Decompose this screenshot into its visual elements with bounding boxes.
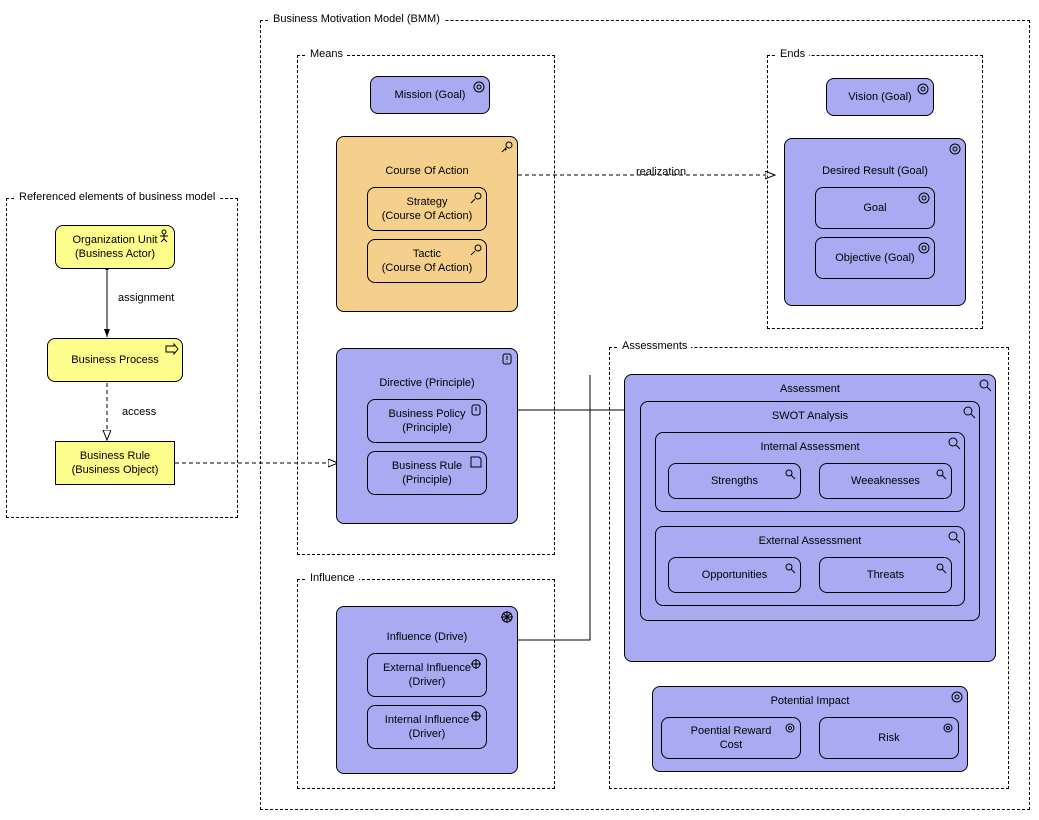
- actor-icon: [157, 229, 171, 243]
- group-assessments: Assessments Assessment SWOT Analysis Int…: [609, 347, 1009, 789]
- node-threats[interactable]: Threats: [819, 557, 952, 593]
- business-rule-label: Business Rule (Business Object): [72, 449, 159, 478]
- node-business-process[interactable]: Business Process: [47, 338, 183, 382]
- internal-assessment-title: Internal Assessment: [664, 437, 956, 459]
- group-label-influence: Influence: [306, 572, 359, 584]
- influence-title: Influence (Drive): [341, 627, 513, 649]
- org-unit-label: Organization Unit (Business Actor): [73, 233, 158, 262]
- objective-label: Objective (Goal): [835, 251, 914, 265]
- principle-icon: [500, 352, 514, 366]
- group-influence: Influence Influence (Drive) External Inf…: [297, 579, 555, 789]
- node-course-of-action[interactable]: Course Of Action Strategy (Course Of Act…: [336, 136, 518, 312]
- label-access: access: [122, 406, 156, 418]
- external-assessment-title: External Assessment: [664, 531, 956, 553]
- group-bmm: Business Motivation Model (BMM) Means Mi…: [260, 20, 1030, 810]
- mission-label: Mission (Goal): [395, 88, 466, 102]
- group-label-assessments: Assessments: [618, 340, 691, 352]
- assessment-icon: [783, 467, 797, 481]
- node-risk[interactable]: Risk: [819, 717, 959, 759]
- desired-result-title: Desired Result (Goal): [789, 161, 961, 183]
- business-rule-principle-label: Business Rule (Principle): [392, 459, 462, 488]
- directive-title: Directive (Principle): [341, 373, 513, 395]
- assessment-icon: [934, 467, 948, 481]
- label-assignment: assignment: [118, 292, 174, 304]
- principle-icon: [469, 403, 483, 417]
- goal-icon: [948, 142, 962, 156]
- note-icon: [469, 455, 483, 469]
- group-referenced: Referenced elements of business model Or…: [6, 198, 238, 518]
- course-of-action-icon: [500, 140, 514, 154]
- node-external-assessment[interactable]: External Assessment Opportunities Threat…: [655, 526, 965, 606]
- goal-icon: [917, 191, 931, 205]
- node-business-rule[interactable]: Business Rule (Business Object): [55, 441, 175, 485]
- goal-label: Goal: [863, 201, 886, 215]
- goal-icon: [941, 721, 955, 735]
- tactic-label: Tactic (Course Of Action): [382, 247, 472, 276]
- group-label-bmm: Business Motivation Model (BMM): [269, 13, 444, 25]
- course-of-action-icon: [469, 243, 483, 257]
- node-internal-assessment[interactable]: Internal Assessment Strengths Weeaknesse…: [655, 432, 965, 512]
- node-objective[interactable]: Objective (Goal): [815, 237, 935, 279]
- group-means: Means Mission (Goal) Course Of Action St…: [297, 55, 555, 555]
- assessment-icon: [783, 561, 797, 575]
- goal-icon: [916, 82, 930, 96]
- process-arrow-icon: [165, 342, 179, 356]
- group-label-ends: Ends: [776, 48, 809, 60]
- assessment-icon: [947, 436, 961, 450]
- assessment-icon: [947, 530, 961, 544]
- strategy-label: Strategy (Course Of Action): [382, 195, 472, 224]
- node-strengths[interactable]: Strengths: [668, 463, 801, 499]
- node-external-influence[interactable]: External Influence (Driver): [367, 653, 487, 697]
- driver-icon: [500, 610, 514, 624]
- goal-icon: [783, 721, 797, 735]
- group-ends: Ends Vision (Goal) Desired Result (Goal)…: [767, 55, 983, 329]
- swot-title: SWOT Analysis: [651, 406, 969, 428]
- business-policy-label: Business Policy (Principle): [388, 407, 465, 436]
- potential-impact-title: Potential Impact: [657, 691, 963, 713]
- node-internal-influence[interactable]: Internal Influence (Driver): [367, 705, 487, 749]
- node-weaknesses[interactable]: Weeaknesses: [819, 463, 952, 499]
- node-opportunities[interactable]: Opportunities: [668, 557, 801, 593]
- node-org-unit[interactable]: Organization Unit (Business Actor): [55, 225, 175, 269]
- node-tactic[interactable]: Tactic (Course Of Action): [367, 239, 487, 283]
- node-desired-result[interactable]: Desired Result (Goal) Goal Objective (Go…: [784, 138, 966, 306]
- node-influence-drive[interactable]: Influence (Drive) External Influence (Dr…: [336, 606, 518, 774]
- assessment-icon: [934, 561, 948, 575]
- node-potential-reward[interactable]: Poential Reward Cost: [661, 717, 801, 759]
- goal-icon: [472, 80, 486, 94]
- driver-icon: [469, 657, 483, 671]
- goal-icon: [917, 241, 931, 255]
- node-vision[interactable]: Vision (Goal): [826, 78, 934, 116]
- potential-reward-label: Poential Reward Cost: [691, 724, 772, 753]
- external-influence-label: External Influence (Driver): [383, 661, 471, 690]
- node-swot[interactable]: SWOT Analysis Internal Assessment Streng…: [640, 401, 980, 621]
- node-goal[interactable]: Goal: [815, 187, 935, 229]
- node-strategy[interactable]: Strategy (Course Of Action): [367, 187, 487, 231]
- goal-icon: [950, 690, 964, 704]
- internal-influence-label: Internal Influence (Driver): [385, 713, 469, 742]
- node-directive[interactable]: Directive (Principle) Business Policy (P…: [336, 348, 518, 524]
- course-of-action-title: Course Of Action: [341, 161, 513, 183]
- business-process-label: Business Process: [71, 353, 158, 367]
- assessment-icon: [962, 405, 976, 419]
- threats-label: Threats: [867, 568, 904, 582]
- weaknesses-label: Weeaknesses: [851, 474, 920, 488]
- course-of-action-icon: [469, 191, 483, 205]
- assessment-title: Assessment: [629, 379, 991, 401]
- opportunities-label: Opportunities: [702, 568, 767, 582]
- node-business-rule-principle[interactable]: Business Rule (Principle): [367, 451, 487, 495]
- node-mission[interactable]: Mission (Goal): [370, 76, 490, 114]
- group-label-means: Means: [306, 48, 347, 60]
- label-realization: realization: [636, 166, 686, 178]
- node-business-policy[interactable]: Business Policy (Principle): [367, 399, 487, 443]
- node-assessment[interactable]: Assessment SWOT Analysis Internal Assess…: [624, 374, 996, 662]
- vision-label: Vision (Goal): [848, 90, 911, 104]
- driver-icon: [469, 709, 483, 723]
- group-label-referenced: Referenced elements of business model: [15, 191, 219, 203]
- assessment-icon: [978, 378, 992, 392]
- strengths-label: Strengths: [711, 474, 758, 488]
- node-potential-impact[interactable]: Potential Impact Poential Reward Cost Ri…: [652, 686, 968, 772]
- risk-label: Risk: [878, 731, 899, 745]
